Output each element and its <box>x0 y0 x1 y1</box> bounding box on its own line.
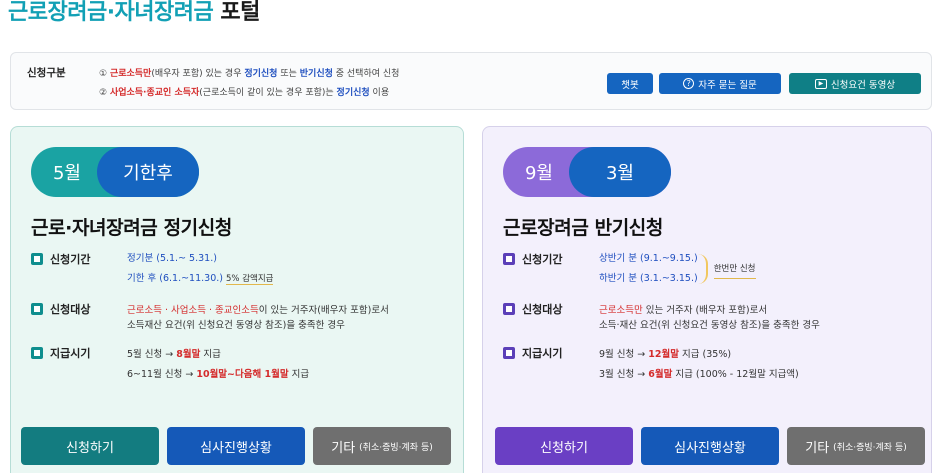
chatbot-button-label: 챗봇 <box>621 79 639 91</box>
payment-l2-red: 6월말 <box>648 369 673 380</box>
info-line-1-blue1: 정기신청 <box>244 69 278 79</box>
period-values: 정기분 (5.1.~ 5.31.) 기한 후 (6.1.~11.30.) 5% … <box>127 250 274 288</box>
period-pill: 9월 3월 <box>503 147 671 197</box>
page-title-rest: 포털 <box>213 0 260 25</box>
regular-application-card: 5월 기한후 근로·자녀장려금 정기신청 신청기간 정기분 (5.1.~ 5.3… <box>10 126 464 473</box>
info-line-1: ① 근로소득만(배우자 포함) 있는 경우 정기신청 또는 반기신청 중 선택하… <box>99 66 399 79</box>
payment-l1-pre: 9월 신청 → <box>599 349 649 360</box>
info-line-1-mid2: 또는 <box>277 69 300 79</box>
chatbot-button[interactable]: 챗봇 <box>607 73 653 94</box>
payment-values: 5월 신청 → 8월말 지급 6~11월 신청 → 10월말~다음해 1월말 지… <box>127 346 309 384</box>
etc-button-sub: (취소·증빙·계좌 등) <box>359 442 433 453</box>
period-pill: 5월 기한후 <box>31 147 199 197</box>
faq-button[interactable]: ? 자주 묻는 질문 <box>659 73 781 94</box>
question-icon: ? <box>683 78 695 89</box>
payment-l2-pre: 6~11월 신청 → <box>127 369 197 380</box>
row-label: 지급시기 <box>503 345 562 361</box>
payment-l2-post: 지급 <box>288 369 310 380</box>
target-red: 근로소득 · 사업소득 · 종교인소득 <box>127 305 259 316</box>
payment-l2-red: 10월말~다음해 1월말 <box>196 369 289 380</box>
half-year-application-card: 9월 3월 근로장려금 반기신청 신청기간 상반기 분 (9.1.~9.15.)… <box>482 126 932 473</box>
row-label: 신청기간 <box>31 251 90 267</box>
checkbox-icon <box>31 347 43 359</box>
info-line-1-mid1: (배우자 포함) 있는 경우 <box>151 69 245 79</box>
info-line-1-red: 근로소득만 <box>109 69 152 79</box>
card-title: 근로·자녀장려금 정기신청 <box>31 217 232 239</box>
row-label: 신청대상 <box>503 301 562 317</box>
info-line-2-suffix: 이용 <box>369 88 390 98</box>
payment-l1-post: 지급 (35%) <box>679 349 732 360</box>
target-values: 근로소득 · 사업소득 · 종교인소득이 있는 거주자(배우자 포함)로서 소득… <box>127 302 389 335</box>
faq-button-label: 자주 묻는 질문 <box>698 79 757 91</box>
once-only-note: 한번만 신청 <box>713 260 756 279</box>
target-rest: 이 있는 거주자(배우자 포함)로서 <box>258 305 389 316</box>
status-button-label: 심사진행상황 <box>200 440 272 456</box>
review-status-button[interactable]: 심사진행상황 <box>167 427 305 465</box>
etc-button[interactable]: 기타 (취소·증빙·계좌 등) <box>787 427 925 465</box>
period-line-1: 정기분 (5.1.~ 5.31.) <box>127 253 217 264</box>
info-label: 신청구분 <box>27 67 66 79</box>
info-line-2-red: 사업소득·종교인 소득자 <box>109 88 200 98</box>
etc-button-label: 기타 <box>331 440 356 456</box>
payment-l1-pre: 5월 신청 → <box>127 349 177 360</box>
apply-button-label: 신청하기 <box>540 440 588 456</box>
info-line-1-prefix: ① <box>99 69 110 79</box>
requirements-video-button[interactable]: ▶ 신청요건 동영상 <box>789 73 921 94</box>
period-line-1: 상반기 분 (9.1.~9.15.) <box>599 253 698 264</box>
period-line-2: 하반기 분 (3.1.~3.15.) <box>599 273 698 284</box>
page-title: 근로장려금·자녀장려금 포털 <box>8 0 260 26</box>
etc-button-sub: (취소·증빙·계좌 등) <box>833 442 907 453</box>
card-title: 근로장려금 반기신청 <box>503 217 663 239</box>
checkbox-icon <box>503 303 515 315</box>
pill-september: 9월 <box>524 163 553 184</box>
info-line-2: ② 사업소득·종교인 소득자(근로소득이 같이 있는 경우 포함)는 정기신청 … <box>99 85 389 98</box>
video-button-label: 신청요건 동영상 <box>830 79 896 91</box>
play-icon: ▶ <box>814 78 827 89</box>
info-line-2-mid: (근로소득이 같이 있는 경우 포함)는 <box>199 88 337 98</box>
pill-month: 5월 <box>52 163 81 184</box>
payment-values: 9월 신청 → 12월말 지급 (35%) 3월 신청 → 6월말 지급 (10… <box>599 346 799 384</box>
etc-button-label: 기타 <box>805 440 830 456</box>
checkbox-icon <box>503 347 515 359</box>
period-label: 신청기간 <box>522 253 563 266</box>
row-label: 신청대상 <box>31 301 90 317</box>
apply-button[interactable]: 신청하기 <box>21 427 159 465</box>
checkbox-icon <box>503 253 515 265</box>
payment-l1-post: 지급 <box>200 349 221 360</box>
target-values: 근로소득만 있는 거주자 (배우자 포함)로서 소득·재산 요건(위 신청요건 … <box>599 302 820 335</box>
payment-l1-red: 8월말 <box>176 349 201 360</box>
row-label: 신청기간 <box>503 251 562 267</box>
info-line-2-blue: 정기신청 <box>336 88 370 98</box>
page-title-accent: 근로장려금·자녀장려금 <box>8 0 214 25</box>
etc-button[interactable]: 기타 (취소·증빙·계좌 등) <box>313 427 451 465</box>
info-line-1-suffix: 중 선택하여 신청 <box>332 69 400 79</box>
target-label: 신청대상 <box>522 303 563 316</box>
payment-l1-red: 12월말 <box>648 349 679 360</box>
checkbox-icon <box>31 253 43 265</box>
checkbox-icon <box>31 303 43 315</box>
target-label: 신청대상 <box>50 303 91 316</box>
payment-label: 지급시기 <box>50 347 91 360</box>
reduction-note: 5% 감액지급 <box>226 274 274 285</box>
application-type-info: 신청구분 ① 근로소득만(배우자 포함) 있는 경우 정기신청 또는 반기신청 … <box>10 52 932 110</box>
target-rest: 있는 거주자 (배우자 포함)로서 <box>642 305 768 316</box>
pill-late: 기한후 <box>97 147 199 197</box>
review-status-button[interactable]: 심사진행상황 <box>641 427 779 465</box>
payment-label: 지급시기 <box>522 347 563 360</box>
period-line-2: 기한 후 (6.1.~11.30.) <box>127 273 223 284</box>
bracket-icon <box>698 254 708 284</box>
info-line-2-prefix: ② <box>99 88 110 98</box>
period-label: 신청기간 <box>50 253 91 266</box>
period-values: 상반기 분 (9.1.~9.15.) 하반기 분 (3.1.~3.15.) 한번… <box>599 250 756 288</box>
payment-l2-pre: 3월 신청 → <box>599 369 649 380</box>
status-button-label: 심사진행상황 <box>674 440 746 456</box>
target-red: 근로소득만 <box>599 305 643 316</box>
info-line-1-blue2: 반기신청 <box>299 69 333 79</box>
target-line-2: 소득·재산 요건(위 신청요건 동영상 참조)을 충족한 경우 <box>599 320 820 331</box>
payment-l2-post: 지급 (100% - 12월말 지급액) <box>672 369 799 380</box>
apply-button-label: 신청하기 <box>66 440 114 456</box>
row-label: 지급시기 <box>31 345 90 361</box>
apply-button[interactable]: 신청하기 <box>495 427 633 465</box>
pill-march: 3월 <box>569 147 671 197</box>
